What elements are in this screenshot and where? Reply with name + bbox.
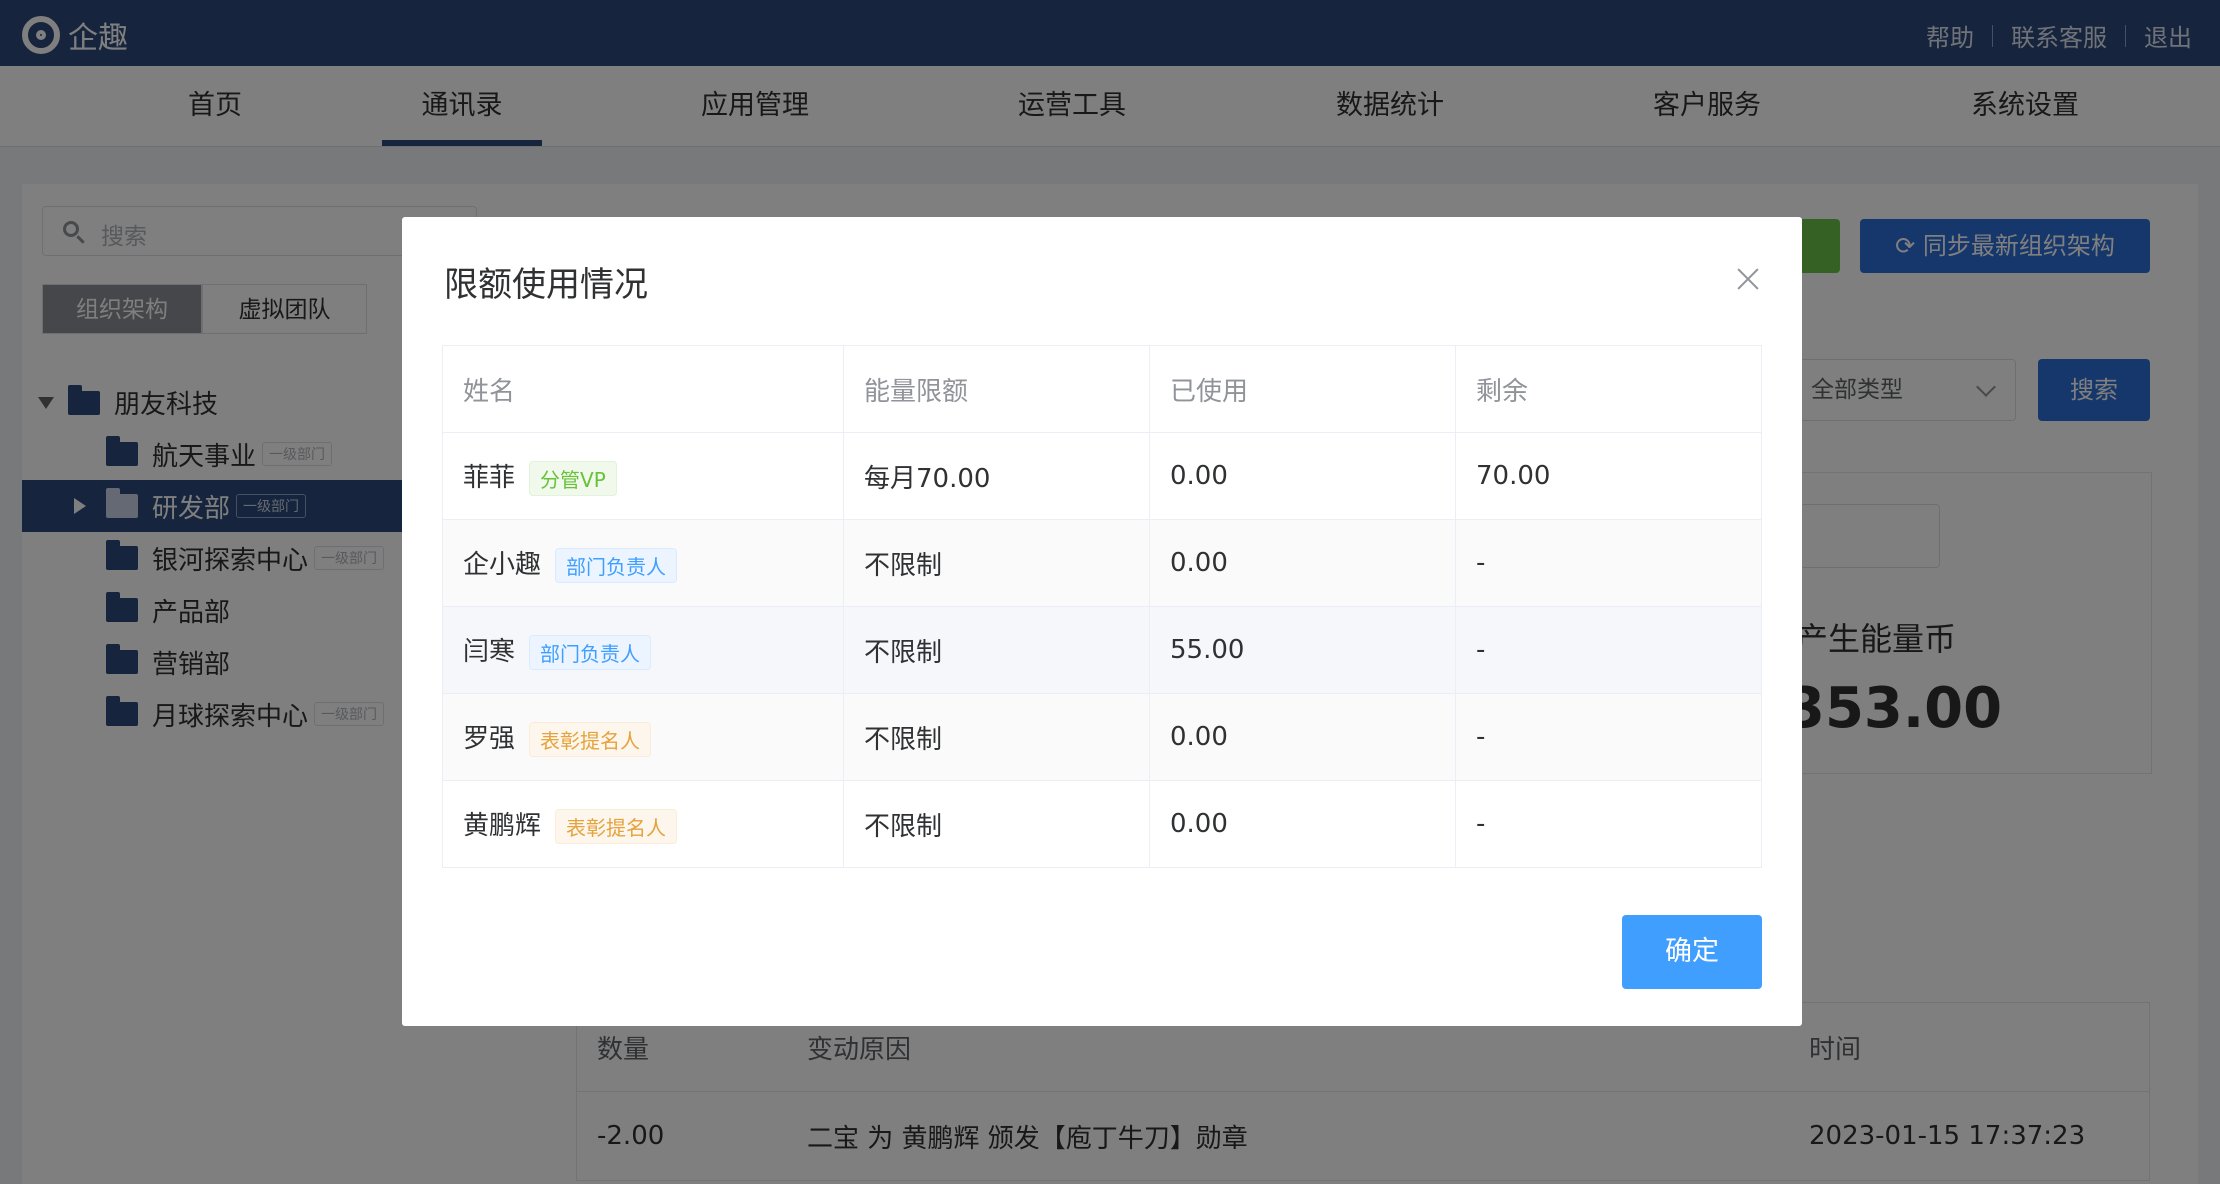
person-name: 企小趣 [463,549,542,580]
name-cell: 黄鹏辉 表彰提名人 [442,780,844,868]
role-tag: 表彰提名人 [529,721,652,757]
close-icon[interactable] [1728,259,1768,299]
table-row: 企小趣 部门负责人 不限制 0.00 - [442,519,1762,607]
quota-table: 姓名 能量限额 已使用 剩余 菲菲 分管VP 每月70.00 0.00 70.00… [442,345,1762,868]
confirm-button[interactable]: 确定 [1622,915,1762,989]
person-name: 菲菲 [463,462,516,493]
column-header-name: 姓名 [442,345,844,433]
person-name: 罗强 [463,723,516,754]
column-header-remaining: 剩余 [1455,345,1762,433]
table-header-row: 姓名 能量限额 已使用 剩余 [442,345,1762,433]
name-cell: 企小趣 部门负责人 [442,519,844,607]
role-tag: 分管VP [529,460,617,496]
limit-cell: 不限制 [843,693,1150,781]
remaining-cell: 70.00 [1455,432,1762,520]
dialog-title: 限额使用情况 [444,265,648,305]
role-tag: 部门负责人 [555,547,678,583]
used-cell: 0.00 [1149,780,1456,868]
limit-cell: 不限制 [843,780,1150,868]
table-row: 菲菲 分管VP 每月70.00 0.00 70.00 [442,432,1762,520]
person-name: 闫寒 [463,636,516,667]
used-cell: 0.00 [1149,432,1456,520]
remaining-cell: - [1455,693,1762,781]
quota-usage-dialog: 限额使用情况 姓名 能量限额 已使用 剩余 菲菲 分管VP 每月70.00 0.0… [402,217,1802,1026]
remaining-cell: - [1455,519,1762,607]
used-cell: 0.00 [1149,519,1456,607]
used-cell: 55.00 [1149,606,1456,694]
remaining-cell: - [1455,780,1762,868]
limit-cell: 不限制 [843,519,1150,607]
role-tag: 部门负责人 [529,634,652,670]
role-tag: 表彰提名人 [555,808,678,844]
name-cell: 闫寒 部门负责人 [442,606,844,694]
table-row: 黄鹏辉 表彰提名人 不限制 0.00 - [442,780,1762,868]
table-row: 罗强 表彰提名人 不限制 0.00 - [442,693,1762,781]
limit-cell: 不限制 [843,606,1150,694]
column-header-limit: 能量限额 [843,345,1150,433]
name-cell: 罗强 表彰提名人 [442,693,844,781]
remaining-cell: - [1455,606,1762,694]
column-header-used: 已使用 [1149,345,1456,433]
used-cell: 0.00 [1149,693,1456,781]
limit-cell: 每月70.00 [843,432,1150,520]
name-cell: 菲菲 分管VP [442,432,844,520]
person-name: 黄鹏辉 [463,810,542,841]
table-row: 闫寒 部门负责人 不限制 55.00 - [442,606,1762,694]
